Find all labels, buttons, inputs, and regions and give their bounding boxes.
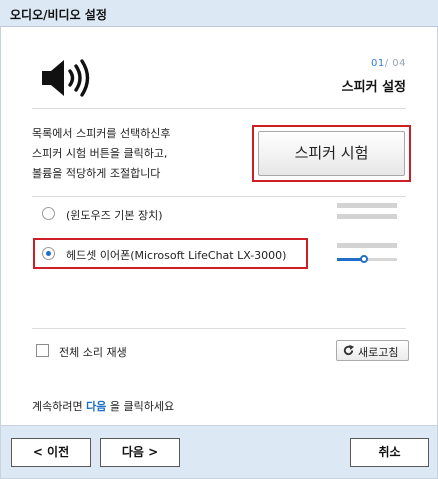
step-current: 01 [370, 58, 385, 69]
cancel-button[interactable]: 취소 [350, 438, 429, 467]
device-label-default: (윈도우즈 기본 장치) [66, 209, 163, 222]
all-sound-label: 전체 소리 재생 [59, 346, 127, 359]
step-indicator: 01/ 04 [371, 58, 406, 69]
level-meter-headset [337, 243, 397, 248]
continue-hint: 계속하려면 다음 을 클릭하세요 [32, 398, 174, 414]
speaker-icon [42, 59, 90, 97]
instruction-line-2: 스피커 시험 버튼을 클릭하고, [32, 147, 168, 160]
continue-hint-keyword: 다음 [86, 400, 107, 413]
speaker-test-button[interactable]: 스피커 시험 [258, 131, 405, 176]
continue-hint-before: 계속하려면 [32, 400, 87, 413]
device-radio-default[interactable] [42, 207, 55, 220]
level-meter-default-2 [337, 214, 397, 219]
divider [32, 196, 406, 197]
device-radio-headset[interactable] [42, 247, 55, 260]
next-button[interactable]: 다음 > [100, 438, 180, 467]
instruction-text: 목록에서 스피커를 선택하신후 스피커 시험 버튼을 클릭하고, 볼륨을 적당하… [32, 124, 242, 184]
all-sound-checkbox[interactable] [36, 344, 49, 357]
step-title: 스피커 설정 [341, 80, 406, 95]
volume-slider-thumb[interactable] [359, 255, 368, 263]
instruction-line-3: 볼륨을 적당하게 조절합니다 [32, 167, 161, 180]
refresh-icon [343, 344, 355, 356]
refresh-label: 새로고침 [358, 346, 399, 359]
prev-button[interactable]: < 이전 [11, 438, 91, 467]
window-title: 오디오/비디오 설정 [10, 8, 107, 22]
divider [32, 108, 406, 109]
divider [32, 328, 406, 329]
refresh-button[interactable]: 새로고침 [336, 340, 409, 361]
step-total: 04 [392, 58, 406, 69]
title-bar: 오디오/비디오 설정 [0, 0, 438, 27]
device-label-headset: 헤드셋 이어폰(Microsoft LifeChat LX-3000) [66, 249, 287, 262]
step-separator: / [384, 58, 389, 69]
continue-hint-after: 을 클릭하세요 [106, 400, 175, 413]
instruction-line-1: 목록에서 스피커를 선택하신후 [32, 127, 171, 140]
level-meter-default [337, 203, 397, 208]
